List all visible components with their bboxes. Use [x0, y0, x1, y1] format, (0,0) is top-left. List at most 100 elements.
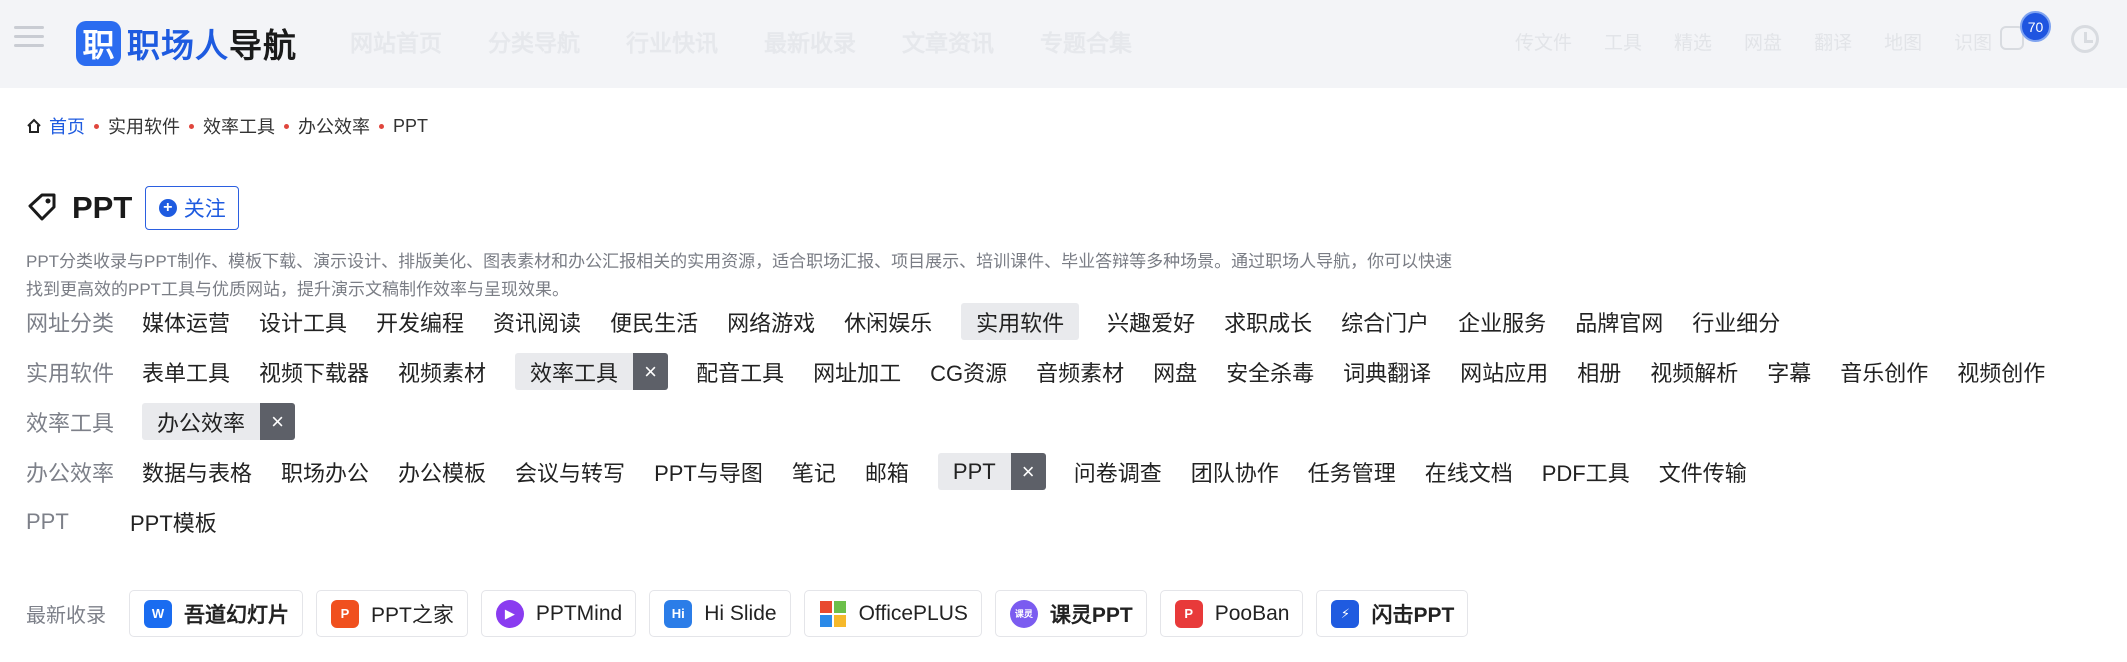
logo-text: 职场人导航	[127, 27, 297, 64]
breadcrumb-item[interactable]: 效率工具	[203, 113, 275, 139]
site-card-name: PooBan	[1214, 601, 1290, 625]
site-card[interactable]: ▶ PPTMind	[480, 590, 637, 637]
filter-row-label: 实用软件	[26, 360, 115, 386]
filter-item[interactable]: 网盘	[1153, 356, 1197, 388]
filter-row-label: PPT	[26, 508, 69, 534]
breadcrumb-item[interactable]: 实用软件	[108, 113, 180, 139]
wudao-logo-icon: W	[144, 599, 172, 628]
site-card[interactable]: Hi Hi Slide	[649, 590, 791, 637]
filter-item[interactable]: CG资源	[930, 356, 1007, 388]
filter-item[interactable]: 媒体运营	[142, 306, 230, 338]
filter-item[interactable]: 视频素材	[398, 356, 486, 388]
filter-item[interactable]: 笔记	[792, 456, 836, 488]
filter-item[interactable]: 配音工具	[696, 356, 784, 388]
title-row: PPT + 关注	[26, 186, 240, 230]
close-icon[interactable]: ×	[260, 403, 296, 440]
filter-item[interactable]: 音乐创作	[1840, 356, 1928, 388]
site-card[interactable]: P PPT之家	[316, 590, 468, 637]
site-card-name: PPTMind	[535, 601, 623, 625]
nav-item[interactable]: 专题合集	[1040, 24, 1132, 58]
filter-item[interactable]: 会议与转写	[515, 456, 625, 488]
filter-item[interactable]: 网站应用	[1460, 356, 1548, 388]
filter-item[interactable]: PPT与导图	[654, 456, 763, 488]
recent-sites: 最新收录 W 吾道幻灯片 P PPT之家 ▶ PPTMind Hi Hi Slide Offic…	[26, 590, 1481, 637]
nav-item[interactable]: 行业快讯	[626, 24, 718, 58]
filter-selected-chip[interactable]: 办公效率 ×	[142, 403, 296, 440]
filter-item[interactable]: 问卷调查	[1074, 456, 1162, 488]
quick-link[interactable]: 精选	[1674, 28, 1712, 55]
filter-item[interactable]: 邮箱	[865, 456, 909, 488]
plus-circle-icon: +	[158, 199, 177, 217]
filter-item[interactable]: 兴趣爱好	[1107, 306, 1195, 338]
history-clock-icon[interactable]	[2071, 25, 2099, 53]
nav-item[interactable]: 最新收录	[764, 24, 856, 58]
filter-item[interactable]: 企业服务	[1458, 306, 1546, 338]
filter-item[interactable]: 设计工具	[259, 306, 347, 338]
filter-item[interactable]: 便民生活	[610, 306, 698, 338]
filter-selected-chip[interactable]: PPT ×	[937, 453, 1046, 490]
home-icon	[27, 118, 41, 133]
site-card-name: PPT之家	[371, 603, 454, 627]
breadcrumb-item[interactable]: 办公效率	[298, 113, 370, 139]
filter-selected-chip[interactable]: 效率工具 ×	[515, 353, 669, 390]
quick-link[interactable]: 传文件	[1515, 28, 1572, 55]
site-card-name: OfficePLUS	[858, 601, 968, 625]
hislide-logo-icon: Hi	[664, 599, 693, 628]
filter-selected-label: 办公效率	[142, 403, 261, 440]
filter-item[interactable]: 网络游戏	[727, 306, 815, 338]
nav-item[interactable]: 文章资讯	[902, 24, 994, 58]
filter-item[interactable]: 团队协作	[1191, 456, 1279, 488]
filter-item[interactable]: PPT模板	[130, 506, 217, 538]
close-icon[interactable]: ×	[1010, 453, 1046, 490]
filter-selected-label: PPT	[937, 453, 1011, 490]
filter-item[interactable]: 职场办公	[281, 456, 369, 488]
filter-item[interactable]: 视频创作	[1957, 356, 2045, 388]
breadcrumb-separator	[189, 123, 194, 129]
site-card[interactable]: ⚡ 闪击PPT	[1316, 590, 1469, 637]
nav-item[interactable]: 分类导航	[488, 24, 580, 58]
filter-item[interactable]: 开发编程	[376, 306, 464, 338]
filter-item[interactable]: 休闲娱乐	[844, 306, 932, 338]
quick-link[interactable]: 识图	[1954, 28, 1992, 55]
quick-link[interactable]: 网盘	[1744, 28, 1782, 55]
site-logo[interactable]: 职 职场人导航	[76, 19, 297, 67]
filter-item[interactable]: 相册	[1577, 356, 1621, 388]
filter-item[interactable]: 文件传输	[1659, 456, 1747, 488]
filter-item[interactable]: 办公模板	[398, 456, 486, 488]
filter-item[interactable]: 音频素材	[1036, 356, 1124, 388]
quick-link[interactable]: 地图	[1884, 28, 1922, 55]
filter-item[interactable]: 网址加工	[813, 356, 901, 388]
site-card[interactable]: W 吾道幻灯片	[129, 590, 303, 637]
hamburger-menu-icon[interactable]	[14, 26, 44, 50]
filter-item[interactable]: 视频解析	[1650, 356, 1738, 388]
filter-item[interactable]: 综合门户	[1341, 306, 1429, 338]
filter-item[interactable]: 行业细分	[1692, 306, 1780, 338]
breadcrumb: 首页 实用软件 效率工具 办公效率 PPT	[26, 113, 428, 139]
filter-item[interactable]: 视频下载器	[259, 356, 369, 388]
close-icon[interactable]: ×	[633, 353, 669, 390]
filter-item[interactable]: PDF工具	[1542, 456, 1630, 488]
quick-link[interactable]: 翻译	[1814, 28, 1852, 55]
nav-item[interactable]: 网站首页	[350, 24, 442, 58]
breadcrumb-item[interactable]: 首页	[49, 113, 85, 139]
site-card-name: 课灵PPT	[1049, 603, 1133, 627]
filter-item[interactable]: 在线文档	[1425, 456, 1513, 488]
pptzhijia-logo-icon: P	[331, 599, 359, 628]
breadcrumb-item: PPT	[393, 115, 429, 136]
filter-item[interactable]: 数据与表格	[142, 456, 252, 488]
site-card[interactable]: 课灵 课灵PPT	[994, 590, 1147, 637]
filter-item[interactable]: 任务管理	[1308, 456, 1396, 488]
filter-item[interactable]: 品牌官网	[1575, 306, 1663, 338]
filter-item[interactable]: 字幕	[1767, 356, 1811, 388]
page-description: PPT分类收录与PPT制作、模板下载、演示设计、排版美化、图表素材和办公汇报相关…	[26, 252, 1453, 299]
filter-item[interactable]: 安全杀毒	[1226, 356, 1314, 388]
filter-selected-chip[interactable]: 实用软件	[961, 303, 1080, 340]
site-card[interactable]: P PooBan	[1159, 590, 1304, 637]
follow-button[interactable]: + 关注	[145, 186, 240, 230]
quick-link[interactable]: 工具	[1604, 28, 1642, 55]
site-card[interactable]: OfficePLUS	[803, 590, 982, 637]
filter-item[interactable]: 表单工具	[142, 356, 230, 388]
filter-item[interactable]: 资讯阅读	[493, 306, 581, 338]
filter-item[interactable]: 求职成长	[1224, 306, 1312, 338]
filter-item[interactable]: 词典翻译	[1343, 356, 1431, 388]
